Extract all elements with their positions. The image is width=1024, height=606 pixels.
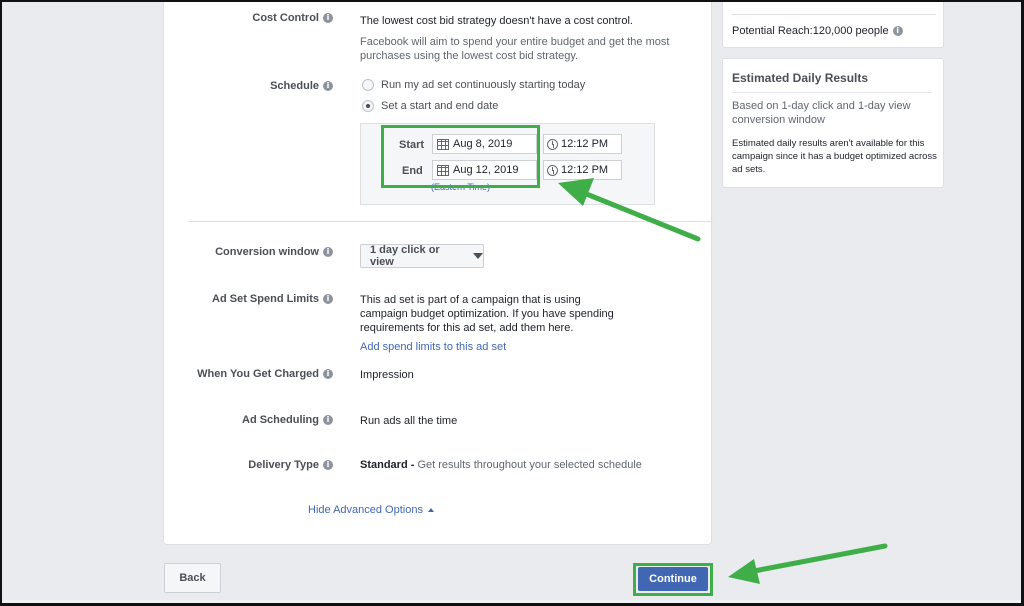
page-bottom-strip [4,600,1021,603]
info-icon[interactable]: i [323,369,333,379]
end-time-input[interactable]: 12:12 PM [543,160,622,180]
delivery-type-label: Delivery Type i [248,459,333,471]
spend-limits-label: Ad Set Spend Limits i [212,293,333,305]
estimated-results-title: Estimated Daily Results [732,71,869,85]
info-icon[interactable]: i [323,294,333,304]
estimated-results-note: Estimated daily results aren't available… [732,138,937,175]
hide-advanced-options-link[interactable]: Hide Advanced Options [308,504,434,516]
radio-button-selected-icon[interactable] [362,100,374,112]
radio-button-icon[interactable] [362,79,374,91]
conversion-window-dropdown[interactable]: 1 day click or view [360,244,484,268]
info-icon[interactable]: i [892,26,903,36]
delivery-type-value: Standard - Get results throughout your s… [360,459,642,471]
radio-run-continuously[interactable]: Run my ad set continuously starting toda… [362,79,585,91]
clock-icon [547,138,558,150]
schedule-label: Schedule i [270,80,333,92]
spend-limits-text: This ad set is part of a campaign that i… [360,294,614,334]
potential-reach: Potential Reach:120,000 people i [732,25,903,37]
arrow-to-continue [728,543,888,584]
info-icon[interactable]: i [323,247,333,257]
card-divider [732,14,936,15]
cost-control-text: The lowest cost bid strategy doesn't hav… [360,15,633,27]
page-background-left [4,2,154,603]
conversion-window-label: Conversion window i [215,246,333,258]
section-divider [189,221,713,222]
info-icon[interactable]: i [323,81,333,91]
ad-scheduling-value: Run ads all the time [360,415,458,427]
info-icon[interactable]: i [323,13,333,23]
back-button[interactable]: Back [164,563,221,593]
clock-icon [547,164,558,176]
ad-set-form-card: Cost Control i The lowest cost bid strat… [163,2,713,545]
radio-set-start-end[interactable]: Set a start and end date [362,100,498,112]
add-spend-limits-link[interactable]: Add spend limits to this ad set [360,340,506,354]
info-icon[interactable]: i [323,460,333,470]
cost-control-label: Cost Control i [252,12,333,24]
ad-scheduling-label: Ad Scheduling i [242,414,333,426]
card-divider [732,92,932,93]
caret-up-icon [427,508,434,512]
charged-label: When You Get Charged i [197,368,333,380]
estimated-daily-results-card: Estimated Daily Results Based on 1-day c… [722,58,944,188]
estimated-results-basis: Based on 1-day click and 1-day view conv… [732,100,911,126]
highlight-box-dates [381,125,540,188]
cost-control-description: Facebook will aim to spend your entire b… [360,36,670,62]
audience-size-card: Potential Reach:120,000 people i [722,2,944,48]
screenshot-frame: Cost Control i The lowest cost bid strat… [0,0,1024,606]
info-icon[interactable]: i [323,415,333,425]
charged-value: Impression [360,369,414,381]
caret-down-icon [473,253,483,259]
start-time-input[interactable]: 12:12 PM [543,134,622,154]
highlight-box-continue [633,563,713,596]
